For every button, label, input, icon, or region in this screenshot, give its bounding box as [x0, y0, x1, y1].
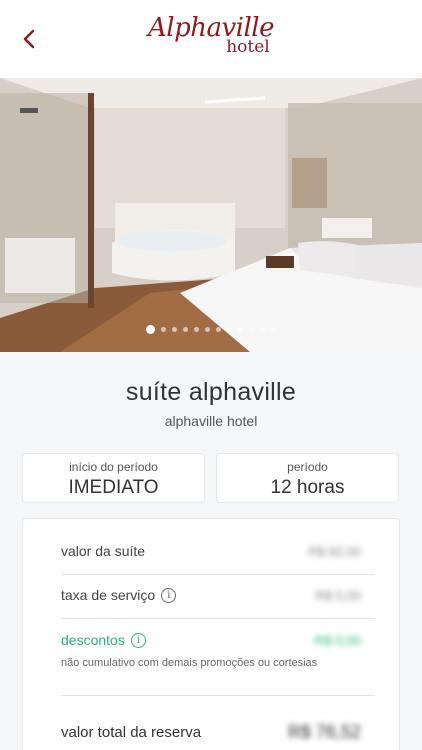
carousel-dot[interactable]: [238, 327, 243, 332]
suite-value-amount: R$ 82,00: [308, 543, 361, 559]
divider: [61, 618, 375, 619]
logo-wordmark: Alphaville: [147, 13, 275, 43]
info-icon[interactable]: i: [130, 632, 146, 648]
divider: [61, 695, 375, 696]
suite-value-row: valor da suíte R$ 82,00: [61, 543, 361, 559]
hotel-logo: Alphaville hotel: [0, 13, 422, 57]
period-label: período: [287, 460, 328, 474]
carousel-dot[interactable]: [271, 327, 276, 332]
total-row: valor total da reserva R$ 76,52: [61, 722, 361, 743]
total-label: valor total da reserva: [61, 724, 202, 741]
carousel-dot[interactable]: [205, 327, 210, 332]
carousel-dot[interactable]: [216, 327, 221, 332]
carousel-dot[interactable]: [146, 325, 155, 334]
carousel-dot[interactable]: [183, 327, 188, 332]
period-box: período 12 horas: [216, 453, 399, 503]
suite-photo: [0, 78, 422, 352]
period-value: 12 horas: [270, 477, 345, 498]
carousel-dot[interactable]: [227, 327, 232, 332]
logo-subtitle: hotel: [226, 37, 270, 57]
period-start-label: início do período: [69, 460, 158, 474]
service-fee-row: taxa de serviço i R$ 0,00: [61, 587, 361, 603]
carousel-dot[interactable]: [260, 327, 265, 332]
discounts-row: descontos i -R$ 0,00: [61, 632, 361, 648]
total-amount: R$ 76,52: [287, 722, 361, 742]
carousel-dot[interactable]: [249, 327, 254, 332]
service-fee-label-group: taxa de serviço i: [61, 587, 177, 603]
suite-name: suíte alphaville: [125, 378, 297, 406]
service-fee-amount: R$ 0,00: [315, 587, 361, 603]
discounts-amount: -R$ 0,00: [311, 632, 361, 648]
suite-title-block: suíte alphaville alphaville hotel: [0, 352, 422, 429]
carousel-dot[interactable]: [172, 327, 177, 332]
divider: [61, 574, 375, 575]
carousel-indicator: [0, 325, 422, 334]
hotel-name: alphaville hotel: [164, 413, 258, 429]
discount-note: não cumulativo com demais promoções ou c…: [61, 657, 318, 669]
carousel-dot[interactable]: [194, 327, 199, 332]
discounts-label-group: descontos i: [61, 632, 146, 648]
discounts-label: descontos: [61, 632, 125, 648]
app-header: Alphaville hotel: [0, 0, 422, 78]
suite-photo-carousel[interactable]: [0, 78, 422, 352]
service-fee-label: taxa de serviço: [61, 587, 156, 603]
suite-value-label: valor da suíte: [61, 543, 146, 559]
price-summary-card: valor da suíte R$ 82,00 taxa de serviço …: [22, 518, 400, 750]
period-start-box: início do período IMEDIATO: [22, 453, 205, 503]
period-start-value: IMEDIATO: [68, 477, 159, 498]
carousel-dot[interactable]: [161, 327, 166, 332]
info-icon[interactable]: i: [161, 587, 177, 603]
